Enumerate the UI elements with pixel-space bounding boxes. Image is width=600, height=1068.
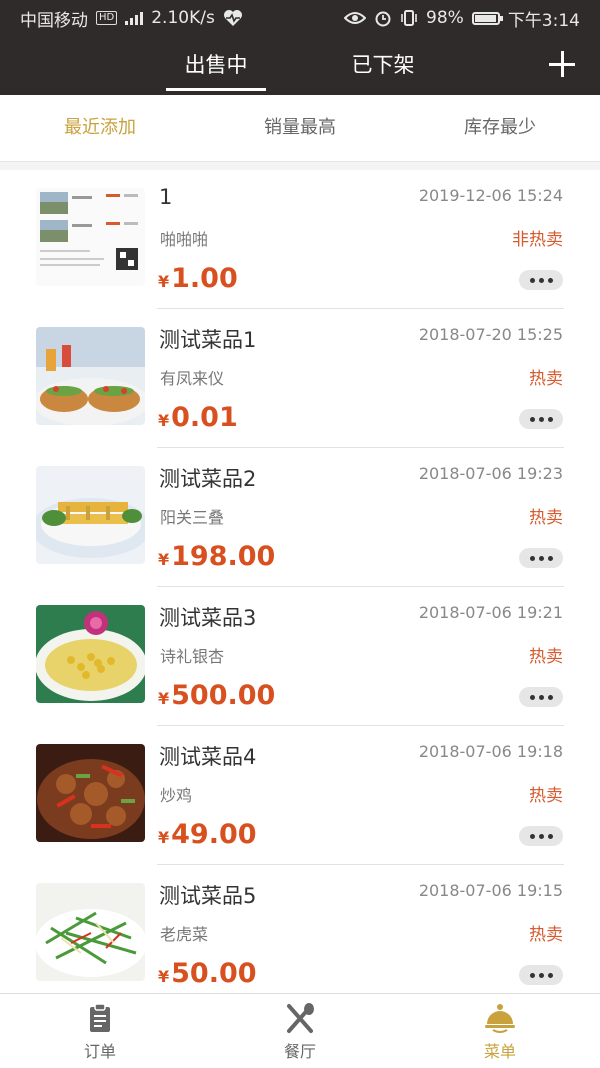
carrier-name: 中国移动 <box>20 10 88 31</box>
sort-lowest-stock[interactable]: 库存最少 <box>400 95 600 161</box>
bottom-nav: 订单 餐厅 菜单 <box>0 993 600 1068</box>
status-left: 中国移动 HD 2.10K/s <box>20 6 243 31</box>
battery-percent: 98% <box>426 8 464 28</box>
dish-date: 2018-07-06 19:18 <box>418 742 563 761</box>
dish-date: 2018-07-06 19:21 <box>418 603 563 622</box>
dish-price: ¥0.01 <box>158 402 238 433</box>
list-item[interactable]: 1 2019-12-06 15:24 啪啪啪 非热卖 ¥1.00 <box>0 170 600 309</box>
alarm-icon <box>375 11 391 27</box>
dish-price: ¥50.00 <box>158 958 257 989</box>
vibrate-icon <box>401 10 417 26</box>
more-options-button[interactable] <box>519 687 563 707</box>
price-value: 50.00 <box>171 958 257 989</box>
list-item[interactable]: 测试菜品5 2018-07-06 19:15 老虎菜 热卖 ¥50.00 <box>0 865 600 993</box>
hot-sale-tag: 热卖 <box>529 369 563 389</box>
price-value: 0.01 <box>171 402 238 433</box>
header-tabbar: 出售中 已下架 <box>0 36 600 95</box>
list-item[interactable]: 测试菜品1 2018-07-20 15:25 有凤来仪 热卖 ¥0.01 <box>0 309 600 448</box>
dish-thumbnail <box>36 605 145 703</box>
currency-symbol: ¥ <box>158 828 170 847</box>
dish-price: ¥49.00 <box>158 819 257 850</box>
more-options-button[interactable] <box>519 826 563 846</box>
price-value: 49.00 <box>171 819 257 850</box>
tab-off-shelf[interactable]: 已下架 <box>327 36 439 95</box>
dish-name: 测试菜品4 <box>159 745 257 769</box>
eye-icon <box>344 12 367 24</box>
dish-thumbnail <box>36 883 145 981</box>
dish-description: 老虎菜 <box>160 925 209 944</box>
dish-name: 测试菜品3 <box>159 606 257 630</box>
fork-knife-icon <box>287 1003 314 1033</box>
heart-monitor-icon <box>223 10 242 26</box>
dish-price: ¥500.00 <box>158 680 275 711</box>
hot-sale-tag: 非热卖 <box>512 230 563 250</box>
list-item[interactable]: 测试菜品4 2018-07-06 19:18 炒鸡 热卖 ¥49.00 <box>0 726 600 865</box>
dish-date: 2018-07-06 19:15 <box>418 881 563 900</box>
dish-list: 1 2019-12-06 15:24 啪啪啪 非热卖 ¥1.00 测试菜品1 2… <box>0 170 600 993</box>
dish-description: 诗礼银杏 <box>160 647 225 666</box>
status-bar: 中国移动 HD 2.10K/s 98% 下午3:14 <box>0 0 600 36</box>
nav-menu[interactable]: 菜单 <box>400 994 600 1068</box>
hot-sale-tag: 热卖 <box>529 647 563 667</box>
sort-recently-added[interactable]: 最近添加 <box>0 95 200 161</box>
tab-on-sale[interactable]: 出售中 <box>160 36 272 95</box>
price-value: 198.00 <box>171 541 276 572</box>
dish-name: 测试菜品1 <box>159 328 257 352</box>
dish-date: 2018-07-06 19:23 <box>418 464 563 483</box>
sort-bar: 最近添加 销量最高 库存最少 <box>0 95 600 162</box>
dish-name: 1 <box>159 185 173 209</box>
dish-description: 啪啪啪 <box>160 230 209 249</box>
hot-sale-tag: 热卖 <box>529 925 563 945</box>
price-value: 1.00 <box>171 263 238 294</box>
currency-symbol: ¥ <box>158 689 170 708</box>
nav-label: 订单 <box>83 1042 116 1061</box>
more-options-button[interactable] <box>519 548 563 568</box>
dish-date: 2018-07-20 15:25 <box>418 325 563 344</box>
cloche-icon <box>485 1004 515 1033</box>
list-item[interactable]: 测试菜品3 2018-07-06 19:21 诗礼银杏 热卖 ¥500.00 <box>0 587 600 726</box>
nav-label: 菜单 <box>483 1042 516 1061</box>
dish-name: 测试菜品2 <box>159 467 257 491</box>
sort-top-sales[interactable]: 销量最高 <box>200 95 400 161</box>
add-dish-button[interactable] <box>546 48 578 80</box>
more-options-button[interactable] <box>519 965 563 985</box>
dish-description: 阳关三叠 <box>160 508 225 527</box>
dish-name: 测试菜品5 <box>159 884 257 908</box>
currency-symbol: ¥ <box>158 550 170 569</box>
dish-thumbnail <box>36 466 145 564</box>
hd-badge: HD <box>96 11 118 25</box>
price-value: 500.00 <box>171 680 276 711</box>
dish-description: 有凤来仪 <box>160 369 225 388</box>
dish-price: ¥1.00 <box>158 263 238 294</box>
clock-time: 下午3:14 <box>507 10 580 31</box>
hot-sale-tag: 热卖 <box>529 786 563 806</box>
network-speed: 2.10K/s <box>151 8 215 28</box>
nav-label: 餐厅 <box>283 1042 316 1061</box>
hot-sale-tag: 热卖 <box>529 508 563 528</box>
signal-icon <box>125 11 144 25</box>
nav-orders[interactable]: 订单 <box>0 994 200 1068</box>
dish-thumbnail <box>36 188 145 286</box>
currency-symbol: ¥ <box>158 272 170 291</box>
battery-icon <box>471 11 503 25</box>
status-right: 98% 下午3:14 <box>344 6 580 31</box>
currency-symbol: ¥ <box>158 967 170 986</box>
nav-restaurant[interactable]: 餐厅 <box>200 994 400 1068</box>
dish-description: 炒鸡 <box>160 786 193 805</box>
list-item[interactable]: 测试菜品2 2018-07-06 19:23 阳关三叠 热卖 ¥198.00 <box>0 448 600 587</box>
dish-price: ¥198.00 <box>158 541 275 572</box>
clipboard-icon <box>90 1003 110 1032</box>
dish-thumbnail <box>36 744 145 842</box>
dish-date: 2019-12-06 15:24 <box>418 186 563 205</box>
dish-thumbnail <box>36 327 145 425</box>
more-options-button[interactable] <box>519 270 563 290</box>
currency-symbol: ¥ <box>158 411 170 430</box>
more-options-button[interactable] <box>519 409 563 429</box>
